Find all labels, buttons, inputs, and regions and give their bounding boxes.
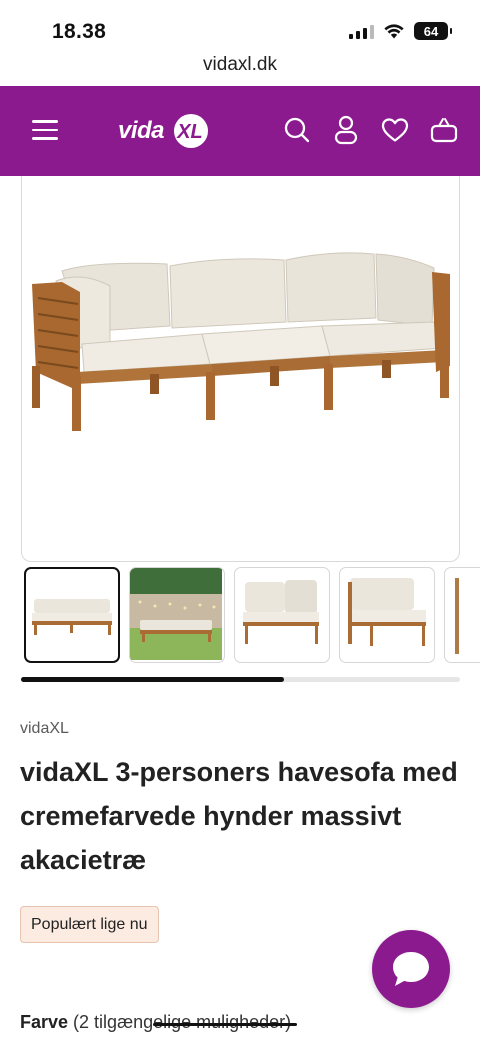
thumbnail-strip bbox=[24, 567, 480, 663]
heart-icon[interactable] bbox=[381, 114, 409, 146]
svg-text:XL: XL bbox=[176, 121, 203, 143]
sofa-illustration bbox=[32, 252, 450, 431]
vidaxl-logo[interactable]: vida XL bbox=[118, 110, 210, 152]
color-options-count: (2 tilgængelige muligheder) bbox=[73, 1012, 292, 1032]
product-brand[interactable]: vidaXL bbox=[20, 720, 69, 738]
thumbnail-2[interactable] bbox=[129, 567, 225, 663]
url-bar[interactable]: vidaxl.dk bbox=[0, 52, 480, 86]
chat-button[interactable] bbox=[372, 930, 450, 1008]
wifi-icon bbox=[384, 24, 404, 39]
logo-xl-mark: XL bbox=[174, 114, 209, 148]
status-icons: 64 bbox=[349, 22, 452, 40]
thumbnail-3[interactable] bbox=[234, 567, 330, 663]
thumbnail-5[interactable] bbox=[444, 567, 480, 663]
search-icon[interactable] bbox=[283, 114, 311, 146]
gallery-scroll-thumb[interactable] bbox=[21, 677, 285, 682]
header-icons bbox=[283, 114, 458, 146]
chat-bubble-icon bbox=[393, 952, 429, 986]
site-header: vida XL bbox=[0, 86, 480, 176]
battery-icon: 64 bbox=[414, 22, 452, 40]
gallery-scrollbar[interactable] bbox=[21, 677, 460, 682]
account-icon[interactable] bbox=[332, 114, 360, 146]
color-label: Farve bbox=[20, 1012, 74, 1032]
popular-badge: Populært lige nu bbox=[20, 906, 159, 943]
product-title: vidaXL 3-personers havesofa med cremefar… bbox=[20, 757, 458, 875]
thumbnail-1[interactable] bbox=[24, 567, 120, 663]
status-bar: 18.38 64 bbox=[0, 0, 480, 52]
thumbnail-4[interactable] bbox=[339, 567, 435, 663]
signal-icon bbox=[349, 23, 374, 39]
logo-text: vida bbox=[118, 117, 165, 144]
color-selector-heading: Farve (2 tilgængelige muligheder) bbox=[20, 1012, 291, 1033]
hamburger-menu-icon[interactable] bbox=[32, 120, 58, 140]
main-product-image[interactable] bbox=[21, 176, 460, 562]
status-time: 18.38 bbox=[52, 20, 107, 43]
basket-icon[interactable] bbox=[430, 114, 458, 146]
